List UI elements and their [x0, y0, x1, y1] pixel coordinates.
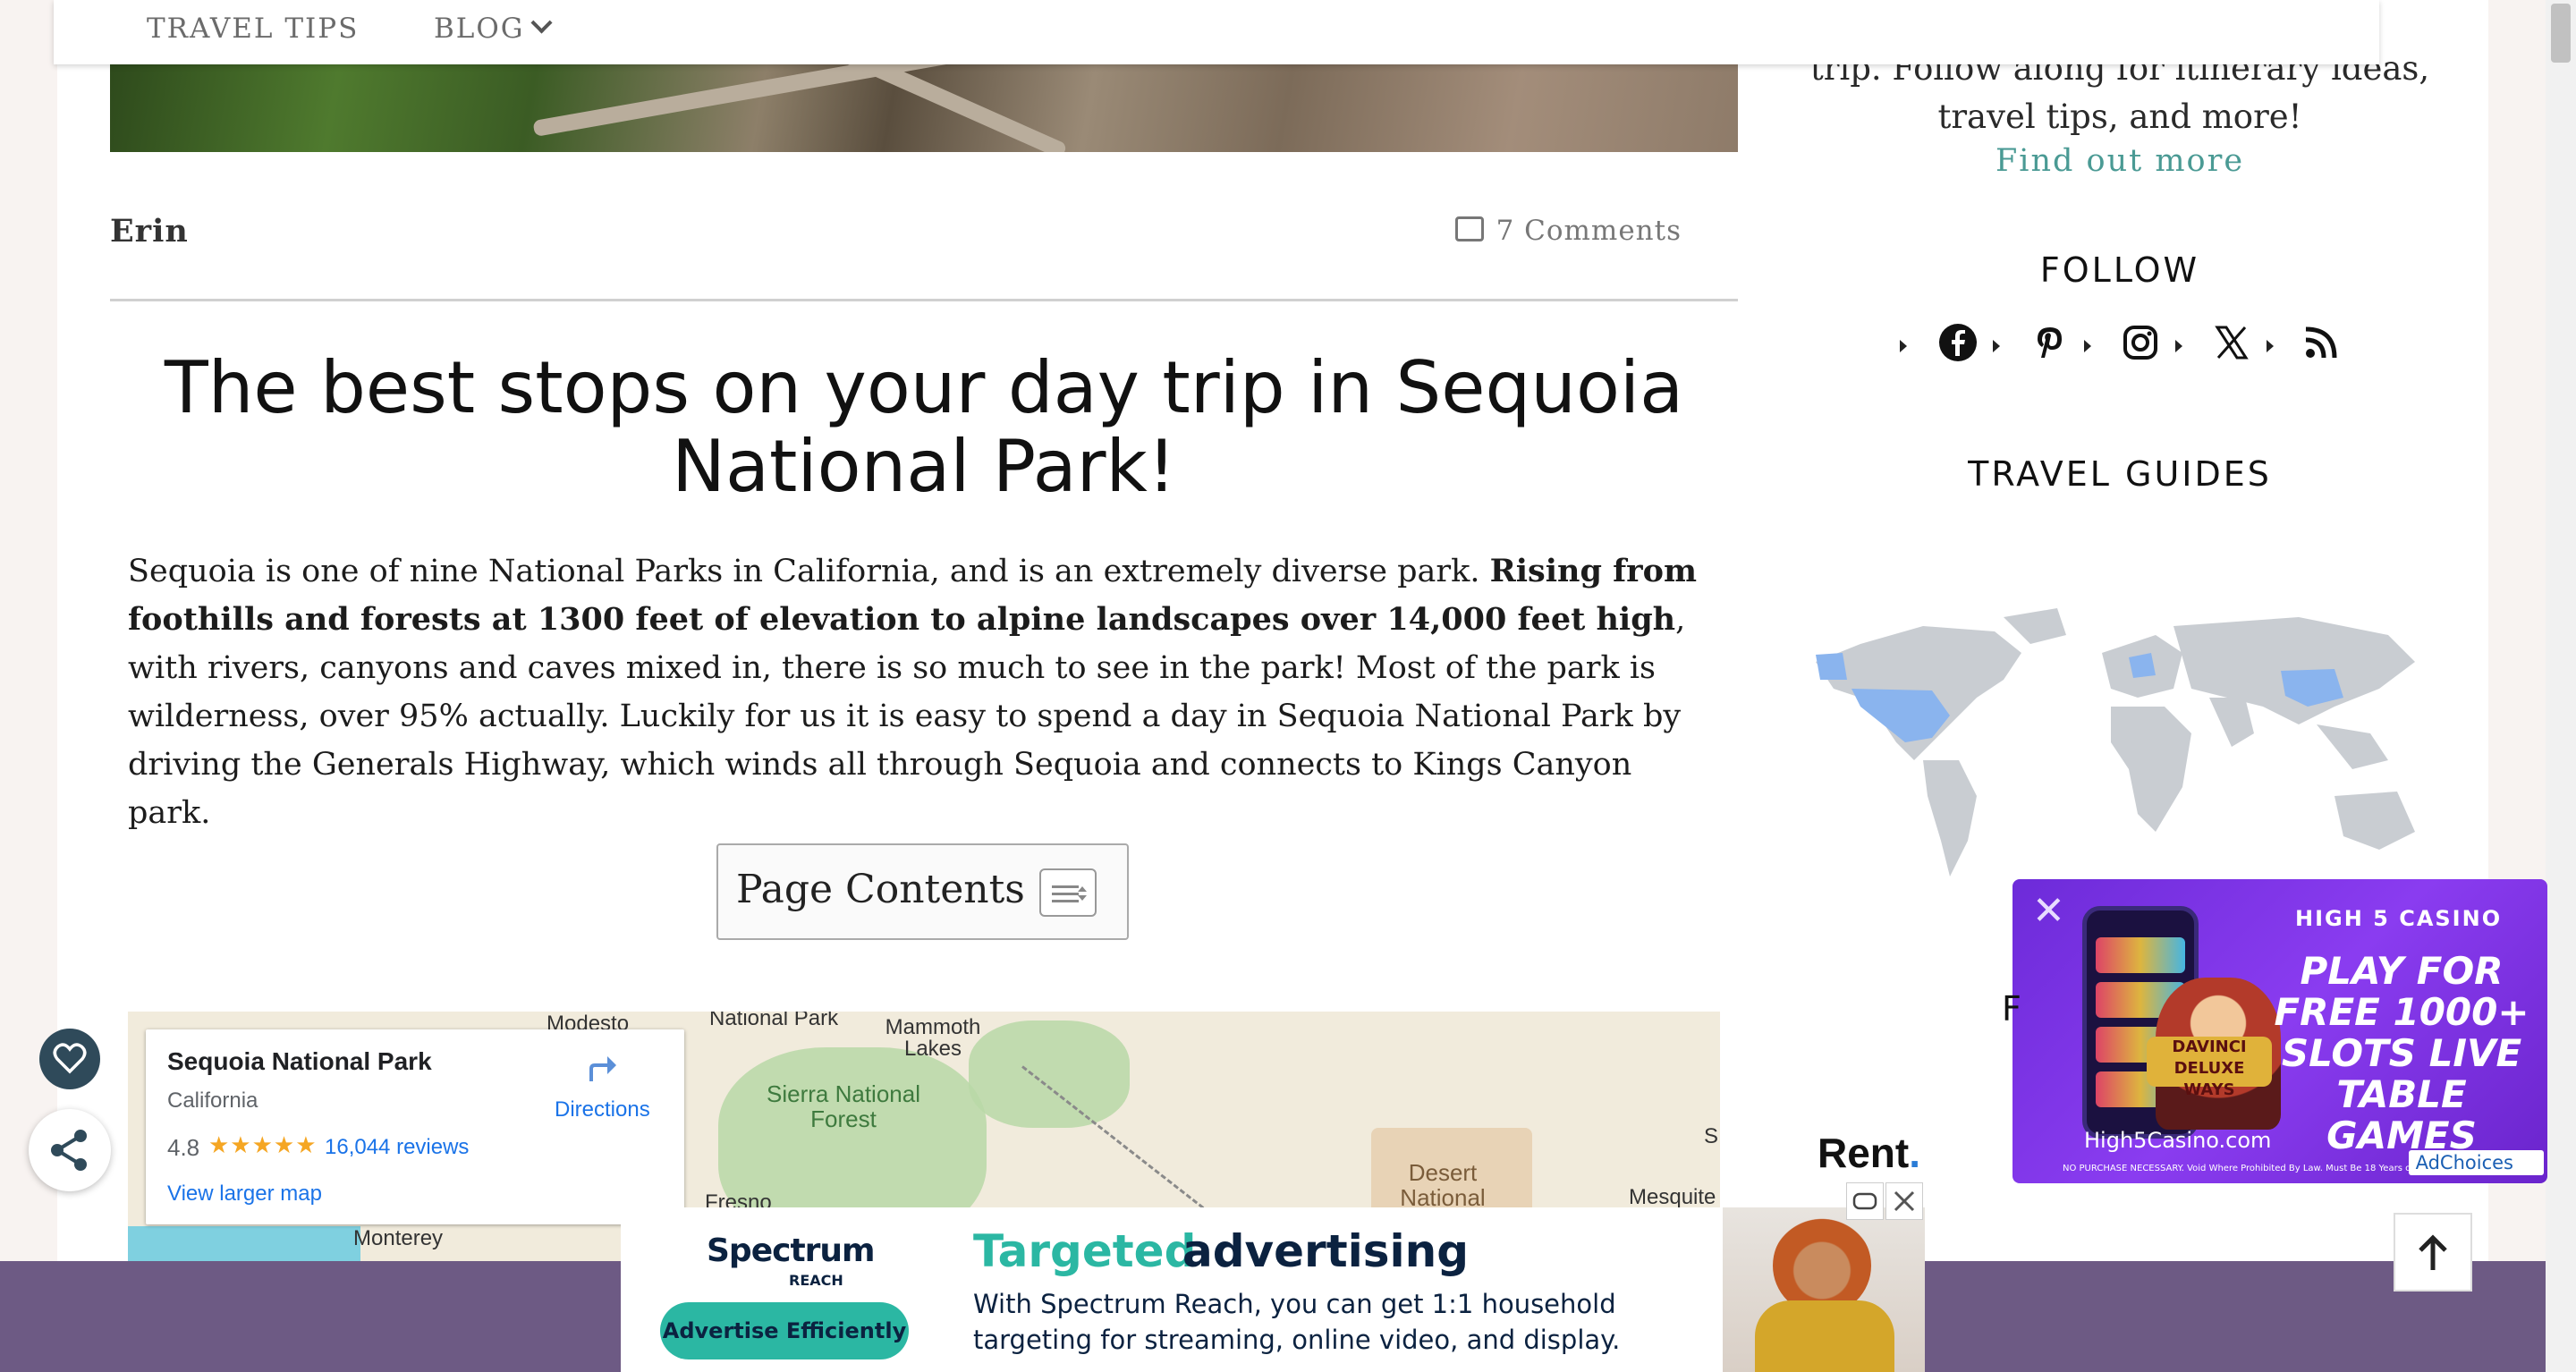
arrow-up-icon — [2419, 1234, 2447, 1270]
map-label-national-park: National Park — [709, 1012, 839, 1030]
close-icon — [1894, 1190, 1915, 1212]
comments-link[interactable]: 7 Comments — [1454, 215, 1682, 247]
map-reviews-link[interactable]: 16,044 reviews — [325, 1135, 469, 1160]
banner-body: With Spectrum Reach, you can get 1:1 hou… — [973, 1289, 1621, 1355]
map-label-sierra-forest: Sierra National Forest — [767, 1080, 920, 1132]
ad-info-button[interactable] — [1846, 1182, 1884, 1220]
scrollbar[interactable] — [2546, 0, 2576, 1372]
post-intro: Sequoia is one of nine National Parks in… — [128, 547, 1702, 837]
directions-icon[interactable] — [584, 1049, 618, 1083]
ocean — [128, 1226, 360, 1262]
casino-ad[interactable]: ✕ HIGH 5 CASINO DAVINCI DELUXE WAYS PLAY… — [2012, 879, 2547, 1183]
comments-count: 7 Comments — [1496, 215, 1682, 247]
rent-logo-text: Rent — [1818, 1130, 1910, 1176]
nav-blog[interactable]: BLOG — [434, 12, 553, 45]
hero-image — [110, 63, 1738, 152]
nav-blog-label: BLOG — [434, 13, 525, 45]
adchoices-button[interactable]: AdChoices — [2408, 1150, 2544, 1175]
pinterest-icon[interactable] — [2029, 322, 2070, 363]
banner-photo — [1723, 1207, 1925, 1372]
directions-link[interactable]: Directions — [555, 1097, 650, 1122]
toc-title: Page Contents — [736, 867, 1025, 912]
map-place-name: Sequoia National Park — [167, 1047, 432, 1075]
scroll-to-top-button[interactable] — [2394, 1213, 2472, 1292]
post-author[interactable]: Erin — [110, 213, 189, 250]
post-title: The best stops on your day trip in Sequo… — [164, 346, 1684, 508]
map-place-card: Sequoia National Park California 4.8 ★★★… — [146, 1029, 684, 1224]
ad-info-icon — [1852, 1192, 1877, 1210]
travel-guides-heading: TRAVEL GUIDES — [1968, 454, 2272, 494]
adchoices-label: AdChoices — [2415, 1152, 2513, 1173]
share-button[interactable] — [29, 1109, 111, 1191]
sort-icon — [1078, 886, 1087, 892]
instagram-icon[interactable] — [2120, 322, 2161, 363]
map-rating: 4.8 — [167, 1134, 200, 1161]
chevron-down-icon — [530, 12, 553, 34]
facebook-icon[interactable] — [1937, 322, 1979, 363]
map-place-region: California — [167, 1088, 258, 1113]
toc-toggle-button[interactable] — [1039, 868, 1097, 917]
heart-icon — [53, 1043, 87, 1074]
share-icon — [51, 1130, 87, 1171]
advertise-efficiently-button[interactable]: Advertise Efficiently — [660, 1302, 909, 1359]
sidebar-partial-heading: F — [2002, 989, 2024, 1029]
ad-close-button[interactable] — [1885, 1182, 1923, 1220]
follow-heading: FOLLOW — [2039, 250, 2200, 290]
log-shape — [532, 63, 994, 138]
map-label-s: S — [1704, 1124, 1719, 1148]
spectrum-logo: Spectrum — [707, 1232, 876, 1269]
nav-travel-tips[interactable]: TRAVEL TIPS — [147, 13, 359, 45]
spectrum-reach-logo: REACH — [789, 1272, 843, 1289]
map-label-monterey: Monterey — [353, 1226, 444, 1250]
banner-headline-a: Targeted — [973, 1225, 1197, 1277]
intro-text-1: Sequoia is one of nine National Parks in… — [128, 554, 1490, 589]
game-logo: DAVINCI DELUXE WAYS — [2147, 1037, 2272, 1099]
rating-stars-icon: ★★★★★ — [208, 1131, 318, 1158]
casino-url[interactable]: High5Casino.com — [2084, 1128, 2271, 1153]
banner-headline-b: advertising — [1182, 1225, 1470, 1277]
casino-brand: HIGH 5 CASINO — [2295, 906, 2503, 931]
find-out-more-link[interactable]: Find out more — [1798, 143, 2442, 179]
rss-icon[interactable] — [2301, 322, 2342, 363]
top-navigation: TRAVEL TIPS BLOG — [54, 0, 2379, 64]
comment-icon — [1454, 216, 1484, 241]
close-icon[interactable]: ✕ — [2032, 888, 2065, 934]
table-of-contents: Page Contents — [716, 843, 1129, 940]
byline-divider — [110, 299, 1738, 301]
favorite-button[interactable] — [39, 1029, 100, 1089]
spectrum-banner-ad[interactable]: Spectrum REACH Advertise Efficiently Tar… — [621, 1207, 1925, 1372]
rent-logo: Rent. — [1818, 1130, 1921, 1176]
ad-controls — [1846, 1182, 1925, 1222]
scrollbar-thumb[interactable] — [2551, 4, 2571, 63]
social-links — [1896, 322, 2361, 372]
casino-headline: PLAY FOR FREE 1000+ SLOTS LIVE TABLE GAM… — [2274, 949, 2529, 1157]
view-larger-map-link[interactable]: View larger map — [167, 1181, 322, 1207]
map-label-mammoth-lakes: Mammoth Lakes — [885, 1015, 981, 1061]
x-icon[interactable] — [2211, 322, 2252, 363]
forest-area — [969, 1021, 1130, 1128]
map-label-desert: Desert National — [1400, 1159, 1486, 1211]
map-label-mesquite: Mesquite — [1629, 1185, 1716, 1209]
world-map-graphic[interactable] — [1798, 590, 2442, 912]
